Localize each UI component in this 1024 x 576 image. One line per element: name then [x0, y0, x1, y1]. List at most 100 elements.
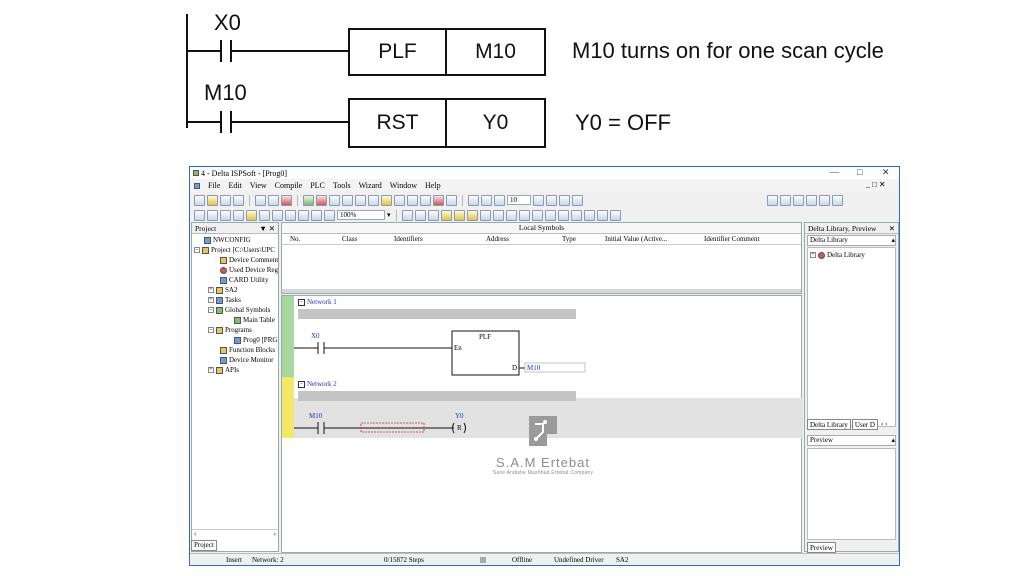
online-icon[interactable]	[381, 194, 392, 206]
expand-icon[interactable]: +	[208, 367, 214, 373]
chip-icon[interactable]	[446, 194, 457, 206]
tree-item-project[interactable]: - Project [C:\Users\UPC	[194, 246, 275, 254]
build-icon[interactable]	[342, 194, 353, 206]
alarm-icon[interactable]	[433, 194, 444, 206]
pin-close-icon[interactable]: ✕	[889, 224, 895, 233]
help-icon[interactable]	[832, 194, 843, 206]
menu-window[interactable]: Window	[390, 181, 417, 190]
chart-icon[interactable]	[819, 194, 830, 206]
tree-item-tasks[interactable]: + Tasks	[208, 296, 241, 304]
contact-no-icon[interactable]	[479, 209, 491, 221]
monitor-icon[interactable]	[394, 194, 405, 206]
column-initial-value[interactable]: Initial Value (Active...	[605, 235, 667, 243]
mdi-controls-icon[interactable]: _ □ ✕	[866, 180, 886, 189]
contact-nc-icon[interactable]	[492, 209, 504, 221]
insert-network-icon[interactable]	[440, 209, 452, 221]
eraser-icon[interactable]	[281, 194, 292, 206]
watch-icon[interactable]	[481, 194, 492, 206]
column-identifier-comment[interactable]: Identifier Comment	[704, 235, 759, 243]
column-no[interactable]: No.	[290, 235, 300, 243]
menu-help[interactable]: Help	[425, 181, 441, 190]
expand-icon[interactable]: +	[810, 252, 816, 258]
minimize-icon[interactable]: —	[830, 167, 839, 177]
plf-output-var[interactable]: M10	[527, 364, 540, 372]
format-icon[interactable]	[259, 209, 270, 221]
network2-header[interactable]: - Network 2	[298, 380, 337, 388]
chevron-up-icon[interactable]: ▴	[891, 236, 895, 245]
menu-edit[interactable]: Edit	[228, 181, 241, 190]
column-class[interactable]: Class	[342, 235, 357, 243]
project-tab[interactable]: Project	[191, 540, 217, 551]
stepper-icon[interactable]	[533, 194, 544, 206]
column-address[interactable]: Address	[486, 235, 509, 243]
cut-icon[interactable]	[220, 209, 231, 221]
function-block-icon[interactable]	[544, 209, 556, 221]
view-icon[interactable]	[793, 194, 804, 206]
contact-x0-label[interactable]: X0	[311, 332, 320, 340]
library-subheader[interactable]: Delta Library ▴	[807, 235, 896, 246]
tree-item-device-comment[interactable]: Device Comment	[220, 256, 278, 264]
coil-reset-type[interactable]: R	[457, 424, 462, 432]
insert-rung-icon[interactable]	[453, 209, 465, 221]
scroll-left-icon[interactable]: ‹	[194, 530, 196, 538]
bracket-icon[interactable]	[609, 209, 621, 221]
list-icon[interactable]	[767, 194, 778, 206]
menu-compile[interactable]: Compile	[275, 181, 303, 190]
collapse-icon[interactable]: -	[208, 307, 214, 313]
new-file-icon[interactable]	[194, 194, 205, 206]
expand-icon[interactable]: +	[208, 297, 214, 303]
wire-icon[interactable]	[518, 209, 530, 221]
network2-comment-bar[interactable]	[298, 391, 576, 401]
column-type[interactable]: Type	[562, 235, 576, 243]
tab-user-defined[interactable]: User D	[851, 419, 878, 430]
tree-item-prog0[interactable]: Prog0 [PRG	[234, 336, 277, 344]
library-item-delta[interactable]: + Delta Library	[810, 251, 865, 259]
open-folder-icon[interactable]	[207, 194, 218, 206]
tree-item-used-device[interactable]: Used Device Reg	[220, 266, 278, 274]
tab-preview[interactable]: Preview	[807, 542, 836, 553]
tree-item-card-utility[interactable]: CARD Utility	[220, 276, 268, 284]
table-icon[interactable]	[420, 194, 431, 206]
horizontal-scrollbar[interactable]: ‹ ›	[192, 529, 278, 538]
tree-item-apis[interactable]: + APIs	[208, 366, 239, 374]
close-icon[interactable]: ✕	[882, 167, 890, 178]
replace-icon[interactable]	[285, 209, 296, 221]
menu-wizard[interactable]: Wizard	[359, 181, 382, 190]
horizontal-line-icon[interactable]	[596, 209, 608, 221]
compile-icon[interactable]	[329, 194, 340, 206]
reload-icon[interactable]	[559, 194, 570, 206]
upload-icon[interactable]	[368, 194, 379, 206]
chevron-down-icon[interactable]: ▾	[387, 211, 391, 219]
ladder-mode-icon[interactable]	[401, 209, 413, 221]
tree-item-nwconfig[interactable]: NWCONFIG	[204, 236, 251, 244]
collapse-icon[interactable]: -	[194, 247, 200, 253]
ladder-grid-icon[interactable]	[414, 209, 426, 221]
copy-icon[interactable]	[233, 209, 244, 221]
tree-item-programs[interactable]: - Programs	[208, 326, 252, 334]
pen-icon[interactable]	[572, 194, 583, 206]
tree-item-sa2[interactable]: + SA2	[208, 286, 237, 294]
stop-icon[interactable]	[316, 194, 327, 206]
branch-icon[interactable]	[570, 209, 582, 221]
scroll-right-icon[interactable]: ›	[274, 530, 276, 538]
zoom-in-icon[interactable]	[311, 209, 322, 221]
tab-delta-library[interactable]: Delta Library	[807, 419, 851, 430]
tree-item-main-table[interactable]: Main Table	[234, 316, 275, 324]
menu-plc[interactable]: PLC	[310, 181, 325, 190]
menu-file[interactable]: File	[208, 181, 220, 190]
download-icon[interactable]	[355, 194, 366, 206]
api-icon[interactable]	[557, 209, 569, 221]
splitter[interactable]	[282, 289, 801, 293]
vertical-line-icon[interactable]	[583, 209, 595, 221]
print-preview-icon[interactable]	[806, 194, 817, 206]
tree-item-global-symbols[interactable]: - Global Symbols	[208, 306, 270, 314]
menu-view[interactable]: View	[250, 181, 267, 190]
filter-icon[interactable]	[468, 194, 479, 206]
contact-m10-label[interactable]: M10	[309, 412, 322, 420]
tree-item-function-blocks[interactable]: Function Blocks	[220, 346, 275, 354]
collapse-icon[interactable]: -	[298, 380, 305, 388]
refresh-icon[interactable]	[546, 194, 557, 206]
coil-icon[interactable]	[531, 209, 543, 221]
forward-icon[interactable]	[207, 209, 218, 221]
ladder-select-icon[interactable]	[427, 209, 439, 221]
